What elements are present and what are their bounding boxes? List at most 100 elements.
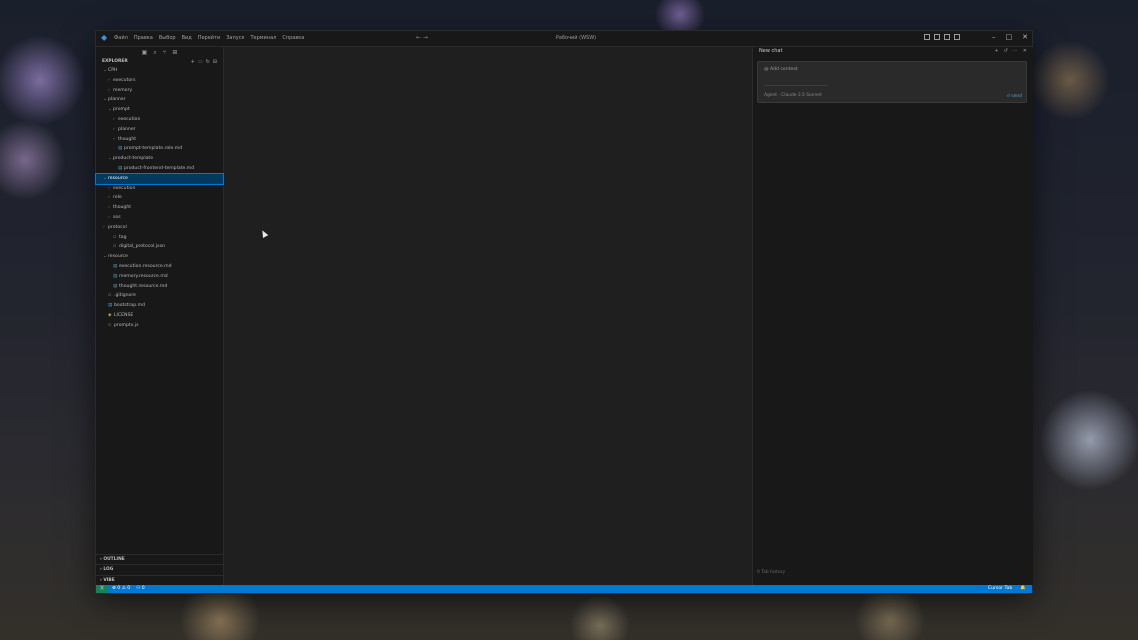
activity-toolbar: ▣ ⌕ ⑂ ⊞ (96, 47, 223, 58)
tree-item-label: thought.resource.md (119, 283, 168, 289)
section-vibe[interactable]: › VIBE (96, 574, 223, 586)
tree-item[interactable]: ⌄resource (95, 172, 224, 185)
tree-item-label: prompt (113, 107, 130, 113)
status-left: ⊗ 0 ⚠ 0 ⚇ 0 (112, 585, 145, 593)
maximize-icon[interactable]: □ (1006, 33, 1013, 41)
editor-area[interactable] (224, 47, 748, 585)
tree-item[interactable]: ⌄product-template (96, 154, 223, 164)
tree-item-label: resource (108, 175, 128, 181)
customize-layout-icon[interactable] (954, 34, 960, 40)
tree-item-label: memory.resource.md (119, 273, 168, 279)
section-outline-label: OUTLINE (103, 556, 125, 562)
new-folder-icon[interactable]: ▭ (198, 58, 203, 66)
chat-header: New chat + ↺ ⋯ ✕ (753, 47, 1033, 56)
send-button[interactable]: ⏎ send (1006, 94, 1022, 99)
chat-input[interactable] (764, 80, 828, 86)
minimize-icon[interactable]: – (992, 33, 996, 41)
cursor-tab-indicator[interactable]: Cursor Tab (988, 585, 1012, 593)
mode-selector[interactable]: Agent · Claude 3.5 Sonnet (764, 93, 822, 98)
menu-item-run[interactable]: Запуск (226, 35, 244, 41)
source-control-icon[interactable]: ⑂ (163, 49, 167, 56)
tree-item[interactable]: › executors (96, 76, 223, 86)
ports-indicator[interactable]: ⚇ 0 (136, 585, 145, 593)
tree-item[interactable]: ▤ memory.resource.md (96, 272, 223, 282)
toggle-sidebar-icon[interactable] (924, 34, 930, 40)
menu-item-edit[interactable]: Правка (134, 35, 153, 41)
nav-arrows-icon[interactable]: ← → (416, 34, 428, 41)
tree-item[interactable]: ▫ digital_protocol.json (96, 242, 223, 252)
section-log[interactable]: › LOG (96, 564, 223, 575)
tree-item-label: planner (108, 97, 126, 103)
close-icon[interactable]: ✕ (1022, 33, 1028, 41)
toggle-secondary-sidebar-icon[interactable] (944, 34, 950, 40)
tree-item[interactable]: › execution (96, 184, 223, 194)
more-icon[interactable]: ⋯ (1013, 47, 1018, 56)
tree-item-label: planner (118, 126, 136, 132)
remote-indicator-icon[interactable]: ⟩⟨ (96, 585, 108, 593)
notifications-icon[interactable]: 🔔 (1020, 585, 1026, 593)
collapse-all-icon[interactable]: ⊟ (213, 58, 217, 66)
tree-item[interactable]: › memory (96, 86, 223, 96)
chat-panel: New chat + ↺ ⋯ ✕ @ Add context Agent · C… (752, 47, 1033, 585)
tree-item-label: CPH (108, 68, 118, 73)
files-icon[interactable]: ▣ (142, 49, 148, 56)
tree-item[interactable]: › thought (96, 135, 223, 145)
search-icon[interactable]: ⌕ (153, 49, 156, 57)
explorer-header[interactable]: EXPLORER + ▭ ↻ ⊟ (96, 58, 223, 66)
menu-item-go[interactable]: Перейти (198, 35, 221, 41)
tree-item[interactable]: › planner (96, 125, 223, 135)
section-log-label: LOG (103, 567, 114, 572)
tree-item[interactable]: ⌄resource (96, 252, 223, 262)
problems-indicator[interactable]: ⊗ 0 ⚠ 0 (112, 585, 130, 593)
menu-item-selection[interactable]: Выбор (159, 35, 176, 41)
tree-item-label: protocol (108, 224, 127, 230)
tree-item-label: tag (119, 234, 127, 240)
history-icon[interactable]: ↺ (1004, 47, 1008, 56)
toggle-panel-icon[interactable] (934, 34, 940, 40)
tree-item[interactable]: ⌄CPH (96, 66, 223, 76)
tree-item-label: LICENSE (114, 312, 134, 318)
refresh-icon[interactable]: ↻ (206, 58, 210, 66)
tree-item[interactable]: ⌄prompt (96, 105, 223, 115)
tree-item[interactable]: ▤ product-frontend-template.md (96, 164, 223, 174)
tree-item-label: product-template (113, 156, 154, 162)
tree-item[interactable]: › protocol (96, 223, 223, 233)
tree-item-label: product-frontend-template.md (124, 165, 195, 171)
tree-item-label: resource (108, 254, 128, 260)
tree-item[interactable]: ▫ .gitignore (96, 291, 223, 301)
layout-controls (924, 34, 960, 40)
tree-item-label: thought (118, 136, 137, 142)
chat-close-icon[interactable]: ✕ (1023, 47, 1027, 56)
menu-item-help[interactable]: Справка (282, 35, 304, 41)
tree-item-label: memory (113, 87, 133, 93)
menu-item-view[interactable]: Вид (182, 35, 192, 41)
tree-item-label: executors (113, 77, 136, 83)
tree-item[interactable]: ▫ tag (96, 233, 223, 243)
tree-item[interactable]: › role (96, 193, 223, 203)
extensions-icon[interactable]: ⊞ (172, 49, 177, 56)
tree-item[interactable]: ▫ promptx.js (96, 321, 223, 331)
tree-item-label: execution (118, 116, 141, 122)
tree-item[interactable]: › execution (96, 115, 223, 125)
explorer-actions: + ▭ ↻ ⊟ (191, 58, 217, 66)
tree-item[interactable]: ▤ prompt-template.role.md (96, 144, 223, 154)
tree-item-label: digital_protocol.json (119, 244, 166, 250)
add-context-button[interactable]: @ Add context (764, 67, 798, 72)
tree-item[interactable]: ▤ thought.resource.md (96, 282, 223, 292)
chat-input-box[interactable]: @ Add context Agent · Claude 3.5 Sonnet … (757, 61, 1027, 103)
tree-item[interactable]: › sos (96, 213, 223, 223)
new-chat-icon[interactable]: + (994, 47, 998, 56)
tree-item-label: role (113, 195, 122, 201)
tree-item-label: execution.resource.md (119, 263, 172, 269)
tree-item[interactable]: ▤ execution.resource.md (96, 262, 223, 272)
explorer-title: EXPLORER (102, 59, 128, 64)
new-file-icon[interactable]: + (191, 58, 195, 66)
tree-item[interactable]: ▤ bootstrap.md (96, 301, 223, 311)
tree-item[interactable]: ◈ LICENSE (96, 311, 223, 321)
title-bar: ◆ Файл Правка Выбор Вид Перейти Запуск Т… (96, 31, 1032, 47)
menu-item-terminal[interactable]: Терминал (250, 35, 276, 41)
menu-item-file[interactable]: Файл (114, 35, 128, 41)
section-outline[interactable]: › OUTLINE (96, 553, 223, 565)
tree-item[interactable]: ⌄planner (96, 95, 223, 105)
tree-item[interactable]: › thought (96, 203, 223, 213)
